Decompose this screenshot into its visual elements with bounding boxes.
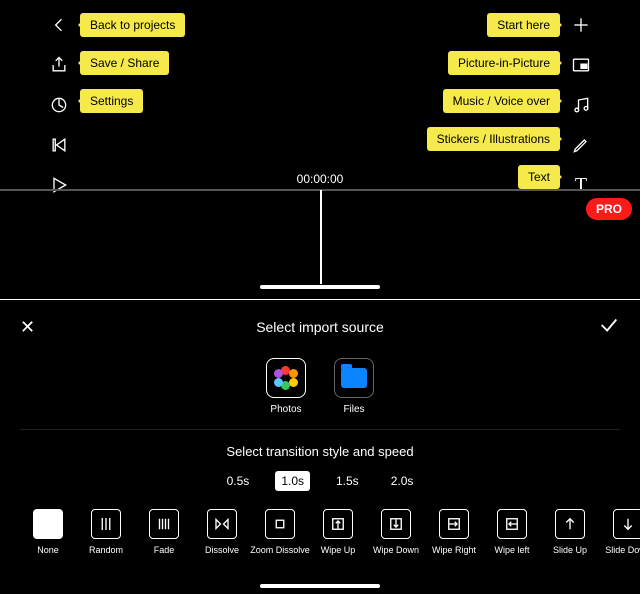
pro-badge[interactable]: PRO <box>586 198 632 220</box>
play-icon[interactable] <box>48 174 70 196</box>
label-text: Text <box>518 165 560 189</box>
transition-slide-down[interactable]: Slide Down <box>608 509 640 555</box>
transition-row[interactable]: None Random Fade Dissolve Zoom Dissolve … <box>28 509 640 555</box>
label-sticker: Stickers / Illustrations <box>427 127 560 151</box>
photos-icon <box>274 366 298 390</box>
transition-wipe-left[interactable]: Wipe left <box>492 509 532 555</box>
confirm-icon[interactable] <box>598 314 620 341</box>
home-indicator <box>260 285 380 289</box>
speed-2[interactable]: 1.5s <box>330 471 365 491</box>
transition-zoom-dissolve[interactable]: Zoom Dissolve <box>260 509 300 555</box>
right-toolbar: T <box>570 14 592 196</box>
text-icon[interactable]: T <box>570 174 592 196</box>
transition-random[interactable]: Random <box>86 509 126 555</box>
folder-icon <box>341 368 367 388</box>
left-toolbar <box>48 14 70 196</box>
sheet-title: Select import source <box>256 319 384 335</box>
pip-icon[interactable] <box>570 54 592 76</box>
source-photos[interactable]: Photos <box>266 358 306 415</box>
speed-3[interactable]: 2.0s <box>385 471 420 491</box>
transition-fade[interactable]: Fade <box>144 509 184 555</box>
settings-icon[interactable] <box>48 94 70 116</box>
add-icon[interactable] <box>570 14 592 36</box>
label-back: Back to projects <box>80 13 185 37</box>
transition-slide-up[interactable]: Slide Up <box>550 509 590 555</box>
share-icon[interactable] <box>48 54 70 76</box>
music-icon[interactable] <box>570 94 592 116</box>
speed-0[interactable]: 0.5s <box>221 471 256 491</box>
transition-dissolve[interactable]: Dissolve <box>202 509 242 555</box>
source-files-label: Files <box>343 404 364 415</box>
back-icon[interactable] <box>48 14 70 36</box>
transition-title: Select transition style and speed <box>0 444 640 459</box>
skip-start-icon[interactable] <box>48 134 70 156</box>
close-icon[interactable]: ✕ <box>20 317 35 338</box>
import-sheet: ✕ Select import source Photos Files Se <box>0 300 640 594</box>
label-settings: Settings <box>80 89 143 113</box>
source-files[interactable]: Files <box>334 358 374 415</box>
home-indicator-bottom <box>260 584 380 588</box>
sheet-header: ✕ Select import source <box>0 300 640 354</box>
speed-1[interactable]: 1.0s <box>275 471 310 491</box>
transition-none[interactable]: None <box>28 509 68 555</box>
pencil-icon[interactable] <box>570 134 592 156</box>
label-audio: Music / Voice over <box>443 89 560 113</box>
separator <box>20 429 620 430</box>
transition-wipe-down[interactable]: Wipe Down <box>376 509 416 555</box>
source-photos-label: Photos <box>270 404 301 415</box>
transition-wipe-up[interactable]: Wipe Up <box>318 509 358 555</box>
transition-wipe-right[interactable]: Wipe Right <box>434 509 474 555</box>
label-pip: Picture-in-Picture <box>448 51 560 75</box>
import-sources: Photos Files <box>0 358 640 415</box>
editor-top: T Back to projects Save / Share Settings… <box>0 0 640 300</box>
label-start-here: Start here <box>487 13 560 37</box>
timecode: 00:00:00 <box>297 172 344 186</box>
label-share: Save / Share <box>80 51 169 75</box>
speed-options: 0.5s 1.0s 1.5s 2.0s <box>0 471 640 491</box>
playhead[interactable] <box>320 190 322 284</box>
